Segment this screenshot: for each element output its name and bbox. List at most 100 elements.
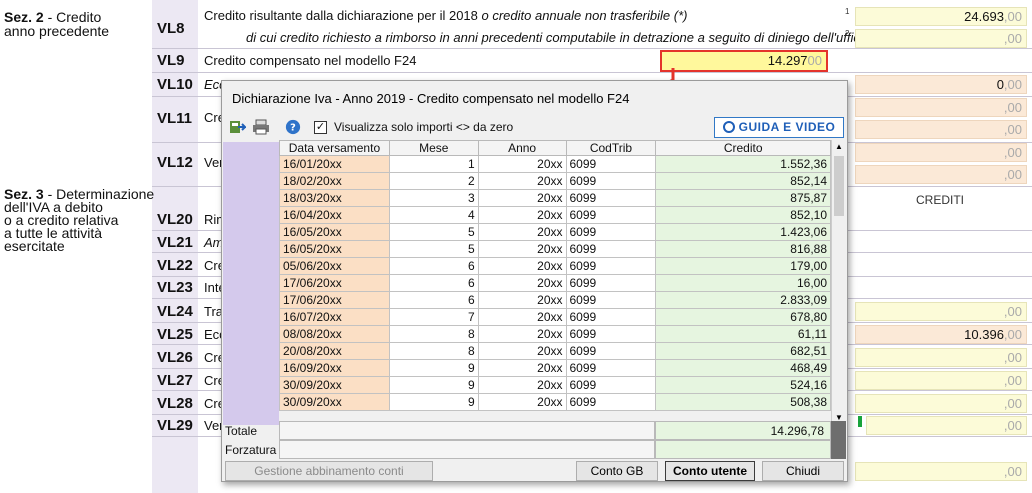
cell-codtrib[interactable]: 6099 — [565, 155, 657, 173]
cell-anno[interactable]: 20xx — [477, 359, 567, 377]
vl8-sub-amount-field[interactable]: ,00 — [855, 29, 1027, 48]
cell-mese[interactable]: 9 — [388, 393, 479, 411]
vl12-amount-field-1[interactable]: ,00 — [855, 143, 1027, 162]
cell-credito[interactable]: 61,11 — [655, 325, 831, 343]
vl11-amount-field-1[interactable]: ,00 — [855, 98, 1027, 117]
cell-credito[interactable]: 1.552,36 — [655, 155, 831, 173]
cell-data-versamento[interactable]: 17/06/20xx — [279, 274, 390, 292]
cell-mese[interactable]: 6 — [388, 257, 479, 275]
cell-mese[interactable]: 9 — [388, 359, 479, 377]
vl25-amount-field[interactable]: 10.396,00 — [855, 325, 1027, 344]
cell-data-versamento[interactable]: 30/09/20xx — [279, 393, 390, 411]
cell-credito[interactable]: 468,49 — [655, 359, 831, 377]
cell-anno[interactable]: 20xx — [477, 257, 567, 275]
cell-anno[interactable]: 20xx — [477, 376, 567, 394]
cell-codtrib[interactable]: 6099 — [565, 342, 657, 360]
cell-mese[interactable]: 7 — [388, 308, 479, 326]
table-row[interactable]: 18/02/20xx 2 20xx 6099 852,14 — [279, 172, 831, 190]
cell-anno[interactable]: 20xx — [477, 206, 567, 224]
cell-anno[interactable]: 20xx — [477, 223, 567, 241]
cell-anno[interactable]: 20xx — [477, 274, 567, 292]
vl11-amount-field-2[interactable]: ,00 — [855, 120, 1027, 139]
col-header-anno[interactable]: Anno — [477, 140, 567, 156]
cell-data-versamento[interactable]: 18/02/20xx — [279, 172, 390, 190]
cell-credito[interactable]: 2.833,09 — [655, 291, 831, 309]
cell-credito[interactable]: 179,00 — [655, 257, 831, 275]
cell-mese[interactable]: 4 — [388, 206, 479, 224]
cell-credito[interactable]: 678,80 — [655, 308, 831, 326]
scroll-up-icon[interactable]: ▲ — [834, 142, 844, 152]
conto-utente-button[interactable]: Conto utente — [665, 461, 755, 481]
cell-credito[interactable]: 524,16 — [655, 376, 831, 394]
vl26-amount-field[interactable]: ,00 — [855, 348, 1027, 367]
cell-codtrib[interactable]: 6099 — [565, 291, 657, 309]
table-row[interactable]: 16/05/20xx 5 20xx 6099 816,88 — [279, 240, 831, 258]
cell-codtrib[interactable]: 6099 — [565, 206, 657, 224]
cell-data-versamento[interactable]: 16/09/20xx — [279, 359, 390, 377]
bottom-amount-field[interactable]: ,00 — [855, 462, 1027, 481]
table-row[interactable]: 30/09/20xx 9 20xx 6099 524,16 — [279, 376, 831, 394]
cell-codtrib[interactable]: 6099 — [565, 240, 657, 258]
cell-mese[interactable]: 8 — [388, 342, 479, 360]
cell-credito[interactable]: 852,10 — [655, 206, 831, 224]
cell-credito[interactable]: 875,87 — [655, 189, 831, 207]
col-header-data[interactable]: Data versamento — [279, 140, 390, 156]
forzatura-field[interactable] — [655, 440, 831, 459]
cell-codtrib[interactable]: 6099 — [565, 376, 657, 394]
cell-anno[interactable]: 20xx — [477, 155, 567, 173]
cell-data-versamento[interactable]: 18/03/20xx — [279, 189, 390, 207]
visualizza-checkbox[interactable]: ✓ — [314, 121, 327, 134]
scroll-thumb[interactable] — [834, 156, 844, 216]
table-row[interactable]: 05/06/20xx 6 20xx 6099 179,00 — [279, 257, 831, 275]
table-scrollbar[interactable]: ▲ ▼ — [831, 140, 846, 425]
cell-data-versamento[interactable]: 16/07/20xx — [279, 308, 390, 326]
cell-codtrib[interactable]: 6099 — [565, 359, 657, 377]
table-row[interactable]: 17/06/20xx 6 20xx 6099 16,00 — [279, 274, 831, 292]
cell-codtrib[interactable]: 6099 — [565, 274, 657, 292]
cell-mese[interactable]: 6 — [388, 291, 479, 309]
cell-credito[interactable]: 1.423,06 — [655, 223, 831, 241]
guida-e-video-button[interactable]: GUIDA E VIDEO — [714, 117, 844, 138]
cell-mese[interactable]: 6 — [388, 274, 479, 292]
vl27-amount-field[interactable]: ,00 — [855, 371, 1027, 390]
help-icon[interactable]: ? — [284, 119, 302, 135]
cell-data-versamento[interactable]: 16/01/20xx — [279, 155, 390, 173]
vl8-amount-field[interactable]: 24.693,00 — [855, 7, 1027, 26]
export-icon[interactable] — [228, 119, 246, 135]
cell-mese[interactable]: 8 — [388, 325, 479, 343]
table-row[interactable]: 20/08/20xx 8 20xx 6099 682,51 — [279, 342, 831, 360]
table-row[interactable]: 16/01/20xx 1 20xx 6099 1.552,36 — [279, 155, 831, 173]
cell-data-versamento[interactable]: 16/04/20xx — [279, 206, 390, 224]
col-header-codtrib[interactable]: CodTrib — [565, 140, 657, 156]
cell-mese[interactable]: 5 — [388, 240, 479, 258]
cell-data-versamento[interactable]: 16/05/20xx — [279, 240, 390, 258]
vl28-amount-field[interactable]: ,00 — [855, 394, 1027, 413]
vl9-amount-field[interactable]: 14.29700 — [660, 50, 828, 72]
cell-data-versamento[interactable]: 20/08/20xx — [279, 342, 390, 360]
cell-data-versamento[interactable]: 05/06/20xx — [279, 257, 390, 275]
cell-anno[interactable]: 20xx — [477, 393, 567, 411]
cell-data-versamento[interactable]: 30/09/20xx — [279, 376, 390, 394]
cell-anno[interactable]: 20xx — [477, 342, 567, 360]
table-row[interactable]: 08/08/20xx 8 20xx 6099 61,11 — [279, 325, 831, 343]
gestione-abbinamento-conti-button[interactable]: Gestione abbinamento conti — [225, 461, 433, 481]
vl29-amount-field[interactable]: ,00 — [866, 416, 1027, 435]
chiudi-button[interactable]: Chiudi — [762, 461, 844, 481]
cell-codtrib[interactable]: 6099 — [565, 393, 657, 411]
table-row[interactable]: 17/06/20xx 6 20xx 6099 2.833,09 — [279, 291, 831, 309]
conto-gb-button[interactable]: Conto GB — [576, 461, 658, 481]
cell-anno[interactable]: 20xx — [477, 189, 567, 207]
cell-mese[interactable]: 1 — [388, 155, 479, 173]
table-row[interactable]: 16/09/20xx 9 20xx 6099 468,49 — [279, 359, 831, 377]
cell-anno[interactable]: 20xx — [477, 291, 567, 309]
cell-credito[interactable]: 16,00 — [655, 274, 831, 292]
cell-codtrib[interactable]: 6099 — [565, 257, 657, 275]
cell-anno[interactable]: 20xx — [477, 172, 567, 190]
vl12-amount-field-2[interactable]: ,00 — [855, 165, 1027, 184]
cell-codtrib[interactable]: 6099 — [565, 308, 657, 326]
cell-data-versamento[interactable]: 17/06/20xx — [279, 291, 390, 309]
table-row[interactable]: 18/03/20xx 3 20xx 6099 875,87 — [279, 189, 831, 207]
col-header-credito[interactable]: Credito — [655, 140, 831, 156]
cell-codtrib[interactable]: 6099 — [565, 189, 657, 207]
cell-mese[interactable]: 2 — [388, 172, 479, 190]
